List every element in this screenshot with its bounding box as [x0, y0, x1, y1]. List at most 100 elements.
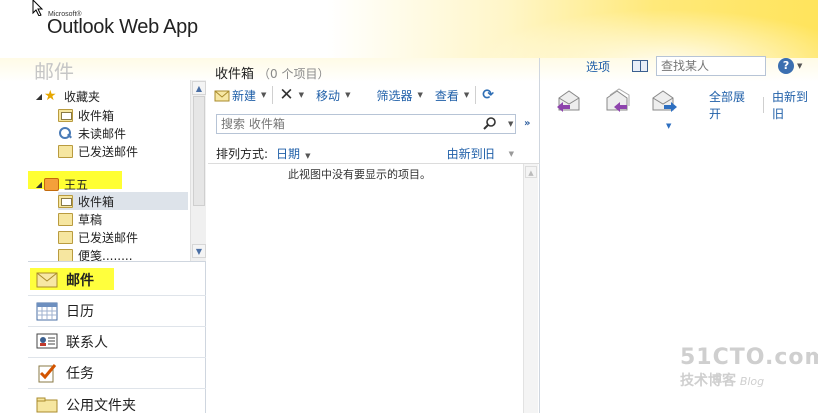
view-button[interactable]: 查看 ▼ [429, 84, 475, 106]
list-toolbar: 新建 ▼ ✕ ▼ 移动 ▼ 筛选器 ▼ 查看 ▼ ⟳ [208, 84, 540, 106]
favorites-star-icon: ★ [44, 87, 57, 104]
scroll-down-icon[interactable]: ▼ [192, 244, 206, 258]
sort-order[interactable]: 由新到旧 [447, 145, 495, 162]
sent-folder-icon [58, 230, 73, 244]
navigation-pane: ◢ ★ 收藏夹 收件箱 未读邮件 已发送邮件 ◢ 王五 收件箱 草稿 已发送邮件… [28, 80, 206, 413]
favorites-inbox[interactable]: 收件箱 [58, 106, 114, 124]
folder-tree-scrollbar[interactable]: ▲ ▼ [190, 80, 206, 261]
nav-calendar-label: 日历 [66, 304, 94, 320]
header-swoosh [440, 0, 818, 58]
scroll-up-icon[interactable]: ▲ [525, 166, 537, 178]
favorites-sent[interactable]: 已发送邮件 [58, 142, 138, 160]
sort-label: 排列方式: [216, 147, 269, 161]
filter-dropdown-icon[interactable]: ▼ [417, 91, 422, 99]
nav-mail[interactable]: 邮件 [28, 265, 206, 296]
move-button[interactable]: 移动 ▼ [310, 84, 356, 106]
brand-title: Outlook Web App [47, 16, 198, 38]
list-header: 收件箱 （0 个项目） [215, 63, 329, 82]
watermark: 51CTO.com 技术博客 Blog [680, 345, 818, 390]
expand-all-link[interactable]: 全部展开 [709, 88, 755, 122]
tasks-icon [36, 363, 58, 383]
link-divider [763, 97, 764, 113]
nav-tasks[interactable]: 任务 [28, 358, 206, 389]
nav-calendar[interactable]: 日历 [28, 296, 206, 327]
scroll-thumb[interactable] [193, 96, 205, 206]
collapse-triangle-icon[interactable]: ◢ [34, 92, 44, 101]
filter-button-label: 筛选器 [376, 88, 413, 103]
filter-button[interactable]: 筛选器 ▼ [370, 84, 428, 106]
notes-folder-icon [58, 248, 73, 261]
contacts-icon [36, 332, 58, 352]
nav-public-folders-label: 公用文件夹 [66, 397, 136, 413]
collapse-triangle-icon[interactable]: ◢ [34, 180, 44, 189]
new-dropdown-icon[interactable]: ▼ [261, 91, 266, 99]
mailbox-drafts-label: 草稿 [78, 212, 103, 227]
search-icon[interactable] [483, 117, 497, 131]
mailbox-inbox-label: 收件箱 [78, 194, 115, 209]
message-list-scrollbar[interactable]: ▲ [523, 164, 538, 413]
calendar-icon [36, 301, 58, 321]
message-list-pane: 收件箱 （0 个项目） 新建 ▼ ✕ ▼ 移动 ▼ 筛选器 ▼ 查看 ▼ ⟳ 搜… [208, 58, 540, 413]
mailbox-notes[interactable]: 便笺........ [58, 246, 133, 262]
inbox-folder-icon [58, 194, 73, 208]
forward-icon [652, 90, 677, 112]
search-dropdown-icon[interactable]: ▼ [508, 120, 513, 128]
view-button-label: 查看 [434, 88, 459, 103]
mailbox-label: 王五 [64, 177, 89, 192]
search-input[interactable] [217, 117, 467, 131]
mail-icon [36, 270, 58, 290]
folder-tree: ◢ ★ 收藏夹 收件箱 未读邮件 已发送邮件 ◢ 王五 收件箱 草稿 已发送邮件… [28, 80, 206, 262]
watermark-text: 技术博客 [680, 373, 736, 389]
refresh-button[interactable]: ⟳ [476, 84, 500, 106]
sort-field[interactable]: 日期 ▼ [276, 145, 310, 162]
favorites-node[interactable]: ◢ ★ 收藏夹 [34, 87, 100, 105]
favorites-unread[interactable]: 未读邮件 [58, 124, 126, 142]
mailbox-inbox[interactable]: 收件箱 [58, 192, 188, 210]
refresh-icon: ⟳ [482, 87, 494, 103]
reply-button[interactable] [555, 88, 583, 114]
new-button-label: 新建 [232, 88, 257, 103]
watermark-sub: 技术博客 Blog [680, 370, 818, 390]
watermark-logo: 51CTO.com [680, 345, 818, 370]
inbox-folder-icon [58, 108, 73, 122]
move-dropdown-icon[interactable]: ▼ [345, 91, 350, 99]
favorites-unread-label: 未读邮件 [78, 126, 127, 141]
mailbox-notes-label: 便笺........ [78, 248, 133, 262]
scroll-up-icon[interactable]: ▲ [192, 81, 206, 95]
sort-bar: 排列方式: 日期 ▼ 由新到旧 ▼ [208, 144, 540, 164]
mouse-cursor-icon [32, 0, 44, 16]
public-folder-icon [36, 395, 58, 413]
expand-search-icon[interactable]: » [524, 118, 530, 129]
reply-all-icon [606, 88, 630, 112]
nav-contacts-label: 联系人 [66, 335, 108, 351]
new-button[interactable]: 新建 ▼ [208, 84, 272, 106]
delete-button[interactable]: ✕ ▼ [273, 84, 310, 106]
mailbox-drafts[interactable]: 草稿 [58, 210, 102, 228]
sort-field-dropdown-icon[interactable]: ▼ [305, 152, 310, 160]
nav-tasks-label: 任务 [66, 366, 94, 382]
list-title: 收件箱 [215, 67, 255, 82]
empty-list-message: 此视图中没有要显示的项目。 [288, 168, 431, 181]
nav-contacts[interactable]: 联系人 [28, 327, 206, 358]
newest-first-link[interactable]: 由新到旧 [772, 88, 818, 122]
mailbox-sent-label: 已发送邮件 [78, 230, 139, 245]
nav-public-folders[interactable]: 公用文件夹 [28, 389, 206, 413]
watermark-blog: Blog [739, 375, 765, 388]
favorites-inbox-label: 收件箱 [78, 108, 115, 123]
search-box: ▼ [216, 114, 516, 134]
favorites-label: 收藏夹 [64, 89, 101, 104]
mailbox-node[interactable]: ◢ 王五 [34, 175, 88, 193]
reply-all-button[interactable] [603, 88, 631, 114]
mailbox-icon [44, 177, 59, 191]
search-folder-icon [58, 126, 73, 140]
view-dropdown-icon[interactable]: ▼ [464, 91, 469, 99]
favorites-sent-label: 已发送邮件 [78, 144, 139, 159]
mailbox-sent[interactable]: 已发送邮件 [58, 228, 138, 246]
sort-order-dropdown-icon[interactable]: ▼ [509, 150, 514, 158]
forward-dropdown-icon[interactable]: ▼ [666, 122, 671, 130]
nav-mail-label: 邮件 [66, 273, 94, 289]
reading-pane-links: 全部展开 由新到旧 [709, 88, 818, 122]
forward-button[interactable]: ▼ [651, 88, 679, 130]
delete-dropdown-icon[interactable]: ▼ [299, 91, 304, 99]
item-count: （0 个项目） [258, 67, 330, 81]
